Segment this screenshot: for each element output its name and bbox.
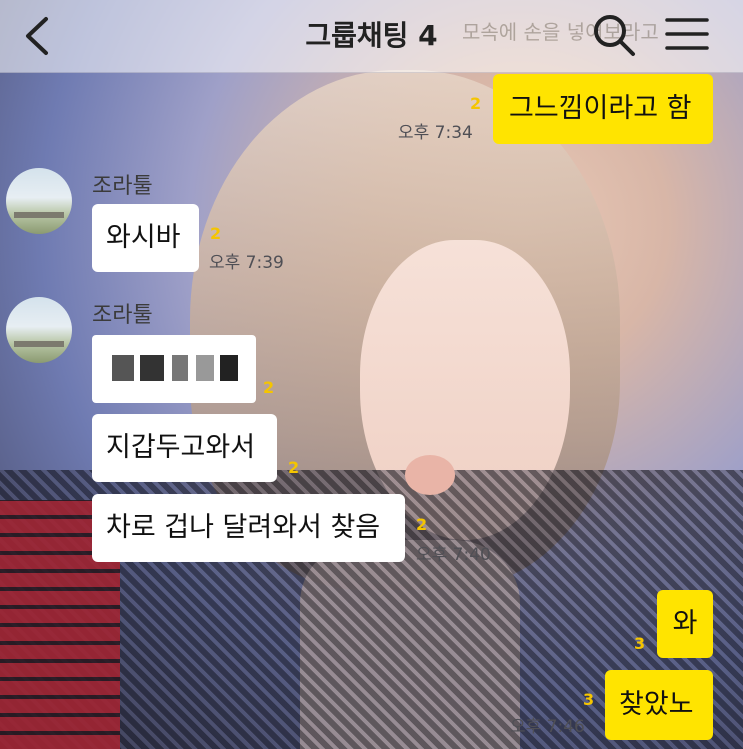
unread-count: 3 — [634, 634, 646, 653]
message-time: 오후 7:40 — [416, 545, 491, 565]
my-message-bubble[interactable]: 와 — [657, 590, 713, 658]
redacted-message-bubble[interactable] — [92, 335, 256, 403]
unread-count: 2 — [470, 94, 482, 113]
their-message-bubble[interactable]: 차로 겁나 달려와서 찾음 — [92, 494, 405, 562]
message-time: 오후 7:39 — [209, 253, 284, 273]
my-message-bubble[interactable]: 그느낌이라고 함 — [493, 74, 713, 144]
their-message-bubble[interactable]: 와시바 — [92, 204, 199, 272]
unread-count: 2 — [210, 224, 222, 243]
unread-count: 2 — [416, 515, 428, 534]
their-message-bubble[interactable]: 지갑두고와서 — [92, 414, 277, 482]
wallpaper-mic-shape — [405, 455, 455, 495]
chat-header: 모속에 손을 넣어보라고 그룹채팅 4 — [0, 0, 743, 72]
chat-screen: 모속에 손을 넣어보라고 그룹채팅 4 2 오후 7:34 그느낌이라고 함 조… — [0, 0, 743, 749]
message-time: 오후 7:46 — [510, 717, 585, 737]
avatar[interactable] — [6, 168, 72, 234]
header-divider — [0, 72, 743, 73]
message-time: 오후 7:34 — [398, 123, 473, 143]
unread-count: 3 — [583, 690, 595, 709]
my-message-bubble[interactable]: 찾았노 — [605, 670, 713, 740]
search-icon[interactable] — [592, 13, 636, 57]
avatar[interactable] — [6, 297, 72, 363]
hamburger-menu-icon[interactable] — [665, 16, 709, 52]
unread-count: 2 — [263, 378, 275, 397]
unread-count: 2 — [288, 458, 300, 477]
sender-name: 조라툴 — [92, 303, 153, 328]
sender-name: 조라툴 — [92, 174, 153, 199]
